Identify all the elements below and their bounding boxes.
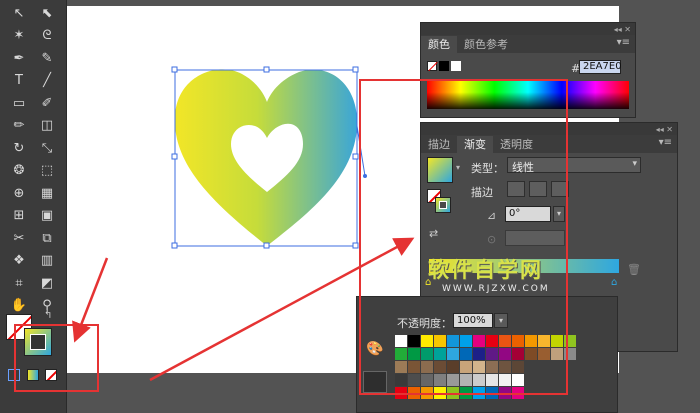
select-tool-icon[interactable]: ↖: [6, 2, 32, 24]
pencil-tool-icon[interactable]: ✏: [6, 115, 32, 137]
blend-tool-icon[interactable]: ⧉: [34, 227, 60, 249]
artboard-tool-icon[interactable]: ⌗: [6, 272, 32, 294]
warp-tool-icon[interactable]: ❂: [6, 160, 32, 182]
line-tool-icon[interactable]: ╱: [34, 70, 60, 92]
tab-color[interactable]: 颜色: [421, 36, 457, 53]
none-swatch: [427, 61, 438, 72]
white-swatch: [451, 61, 461, 71]
shape-builder-tool-icon[interactable]: ⊕: [6, 182, 32, 204]
gradient-panel-menu-icon[interactable]: ▾≡: [659, 137, 672, 148]
lasso-tool-icon[interactable]: ᘓ: [34, 25, 60, 47]
slice-tool-icon[interactable]: ◩: [34, 272, 60, 294]
direct-select-tool-icon[interactable]: ⬉: [34, 2, 60, 24]
rectangle-tool-icon[interactable]: ▭: [6, 92, 32, 114]
column-graph-tool-icon[interactable]: ▥: [34, 250, 60, 272]
rotate-tool-icon[interactable]: ↻: [6, 137, 32, 159]
color-panel-tabs: 颜色 颜色参考 ▾≡: [421, 35, 635, 53]
black-swatch: [439, 61, 449, 71]
tab-color-guide-label: 颜色参考: [464, 38, 508, 51]
paintbrush-tool-icon[interactable]: ✐: [34, 92, 60, 114]
scale-tool-icon[interactable]: ⤡: [34, 137, 60, 159]
curvature-tool-icon[interactable]: ✎: [34, 47, 60, 69]
annotation-box-fill-stroke: [14, 324, 99, 392]
free-transform-tool-icon[interactable]: ⬚: [34, 160, 60, 182]
gradient-tool-icon[interactable]: ▣: [34, 205, 60, 227]
swap-fill-stroke-icon[interactable]: ↰: [44, 310, 52, 321]
hex-input[interactable]: 2EA7E0: [579, 60, 622, 74]
chevron-down-icon: ▾: [632, 159, 637, 169]
symbol-sprayer-tool-icon[interactable]: ❖: [6, 250, 32, 272]
panel-collapse-bar[interactable]: ◂◂ ✕: [421, 23, 635, 35]
panel-menu-icon[interactable]: ▾≡: [617, 37, 630, 48]
gradient-stop-right-icon[interactable]: ⌂: [611, 277, 617, 288]
fill-stroke-mini[interactable]: [427, 61, 461, 73]
tab-color-guide[interactable]: 颜色参考: [457, 36, 515, 53]
eraser-tool-icon[interactable]: ◫: [34, 115, 60, 137]
magic-wand-tool-icon[interactable]: ✶: [6, 25, 32, 47]
delete-stop-icon[interactable]: 🗑: [627, 263, 641, 276]
perspective-grid-tool-icon[interactable]: ▦: [34, 182, 60, 204]
mesh-tool-icon[interactable]: ⊞: [6, 205, 32, 227]
tab-color-label: 颜色: [428, 38, 450, 51]
pen-tool-icon[interactable]: ✒: [6, 47, 32, 69]
type-tool-icon[interactable]: T: [6, 70, 32, 92]
eyedropper-tool-icon[interactable]: ✂: [6, 227, 32, 249]
annotation-box-gradient-panel: [359, 79, 568, 395]
